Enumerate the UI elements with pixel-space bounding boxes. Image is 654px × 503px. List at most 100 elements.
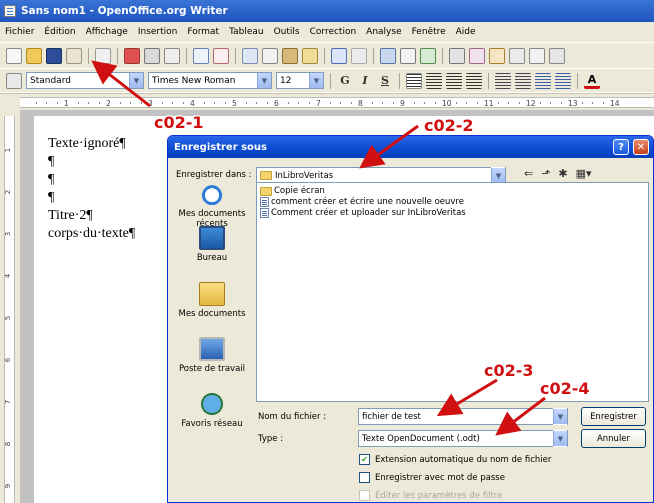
ruler-tick-label: 1 [4, 147, 13, 153]
increase-indent-icon[interactable] [555, 72, 571, 89]
document-icon [260, 208, 269, 218]
toolbar-separator [373, 47, 374, 64]
align-center-icon[interactable] [426, 72, 442, 89]
spellcheck-icon[interactable] [193, 47, 209, 64]
menu-analyse[interactable]: Analyse [366, 27, 401, 37]
place-desktop[interactable]: Bureau [174, 226, 250, 263]
help-icon[interactable]: ? [613, 139, 629, 155]
print-preview-icon[interactable] [164, 47, 180, 64]
ruler-tick-label: 9 [4, 483, 13, 489]
align-left-icon[interactable] [406, 72, 422, 89]
email-icon[interactable] [66, 47, 82, 64]
navigator-icon[interactable] [469, 47, 485, 64]
ruler-tick [182, 102, 184, 104]
justify-icon[interactable] [466, 72, 482, 89]
numbering-icon[interactable] [495, 72, 511, 89]
redo-icon[interactable] [351, 47, 367, 64]
file-item[interactable]: Comment créer et uploader sur InLibroVer… [260, 208, 466, 218]
menu-tableau[interactable]: Tableau [229, 27, 264, 37]
doc-line[interactable]: ¶ [48, 154, 54, 170]
open-folder-icon[interactable] [26, 47, 42, 64]
ruler-tick [214, 102, 215, 104]
up-folder-icon[interactable]: ⬏ [541, 167, 550, 180]
ruler-tick-label: 9 [400, 99, 405, 108]
file-list[interactable]: Copie écran comment créer et écrire une … [256, 182, 649, 402]
file-type-select[interactable]: Texte OpenDocument (.odt) ▼ [358, 430, 568, 447]
menu-edition[interactable]: Édition [44, 27, 75, 37]
decrease-indent-icon[interactable] [535, 72, 551, 89]
undo-icon[interactable] [331, 47, 347, 64]
file-type-dropdown: ▼ [553, 430, 567, 447]
font-color-icon[interactable]: A [584, 73, 600, 89]
table-icon[interactable] [400, 47, 416, 64]
doc-line[interactable]: Titre·2¶ [48, 208, 93, 224]
new-document-icon[interactable] [6, 47, 22, 64]
auto-extension-checkbox[interactable]: ✔ Extension automatique du nom de fichie… [359, 454, 551, 465]
filename-field[interactable]: fichier de test ▼ [358, 408, 568, 425]
ruler-tick-label: 8 [4, 441, 13, 447]
data-sources-icon[interactable] [509, 47, 525, 64]
font-name-select[interactable]: Times New Roman ▼ [148, 72, 272, 89]
menu-fenetre[interactable]: Fenêtre [412, 27, 446, 37]
formatting-marks-icon[interactable] [529, 47, 545, 64]
file-type-value: Texte OpenDocument (.odt) [362, 433, 480, 444]
autospellcheck-icon[interactable] [213, 47, 229, 64]
edit-file-icon[interactable] [95, 47, 111, 64]
file-item[interactable]: Copie écran [260, 186, 325, 196]
menu-aide[interactable]: Aide [456, 27, 476, 37]
doc-line[interactable]: Texte·ignoré¶ [48, 136, 126, 152]
copy-icon[interactable] [262, 47, 278, 64]
italic-button[interactable]: I [357, 74, 373, 87]
doc-line[interactable]: ¶ [48, 190, 54, 206]
paste-icon[interactable] [282, 47, 298, 64]
desktop-icon [199, 226, 225, 250]
ruler-tick [287, 102, 289, 104]
menu-outils[interactable]: Outils [274, 27, 300, 37]
menu-correction[interactable]: Correction [310, 27, 357, 37]
menu-insertion[interactable]: Insertion [138, 27, 178, 37]
show-draw-functions-icon[interactable] [420, 47, 436, 64]
paragraph-style-select[interactable]: Standard ▼ [26, 72, 144, 89]
ruler-tick [329, 102, 331, 104]
bullets-icon[interactable] [515, 72, 531, 89]
print-icon[interactable] [144, 47, 160, 64]
toolbar-separator [488, 72, 489, 89]
menu-format[interactable]: Format [187, 27, 219, 37]
zoom-icon[interactable] [549, 47, 565, 64]
toolbar-separator [117, 47, 118, 64]
place-network[interactable]: Favoris réseau [174, 392, 250, 429]
back-icon[interactable]: ⇐ [524, 167, 533, 180]
menu-affichage[interactable]: Affichage [86, 27, 128, 37]
ruler-tick [140, 102, 142, 104]
bold-button[interactable]: G [337, 74, 353, 87]
find-replace-icon[interactable] [449, 47, 465, 64]
save-button[interactable]: Enregistrer [581, 407, 646, 426]
place-recent-documents[interactable]: Mes documents récents [174, 182, 250, 229]
ruler-tick-label: 8 [358, 99, 363, 108]
cut-icon[interactable] [242, 47, 258, 64]
save-icon[interactable] [46, 47, 62, 64]
place-my-computer[interactable]: Poste de travail [174, 337, 250, 374]
hyperlink-icon[interactable] [380, 47, 396, 64]
underline-button[interactable]: S [377, 74, 393, 87]
place-my-documents[interactable]: Mes documents [174, 282, 250, 319]
view-menu-icon[interactable]: ▦▾ [576, 167, 592, 180]
menu-fichier[interactable]: Fichier [5, 27, 34, 37]
export-pdf-icon[interactable] [124, 47, 140, 64]
styles-formatting-icon[interactable] [6, 72, 22, 89]
new-folder-icon[interactable]: ✱ [558, 167, 567, 180]
password-checkbox[interactable]: Enregistrer avec mot de passe [359, 472, 505, 483]
clone-format-icon[interactable] [302, 47, 318, 64]
doc-line[interactable]: corps·du·texte¶ [48, 226, 135, 242]
paragraph-style-value: Standard [30, 75, 71, 86]
close-icon[interactable]: ✕ [633, 139, 649, 155]
file-item[interactable]: comment créer et écrire une nouvelle oeu… [260, 197, 464, 207]
doc-line[interactable]: ¶ [48, 172, 54, 188]
gallery-icon[interactable] [489, 47, 505, 64]
align-right-icon[interactable] [446, 72, 462, 89]
font-size-select[interactable]: 12 ▼ [276, 72, 324, 89]
ruler-tick [497, 102, 499, 104]
ruler-tick [224, 102, 226, 104]
cancel-button[interactable]: Annuler [581, 429, 646, 448]
menu-bar: Fichier Édition Affichage Insertion Form… [0, 22, 654, 42]
